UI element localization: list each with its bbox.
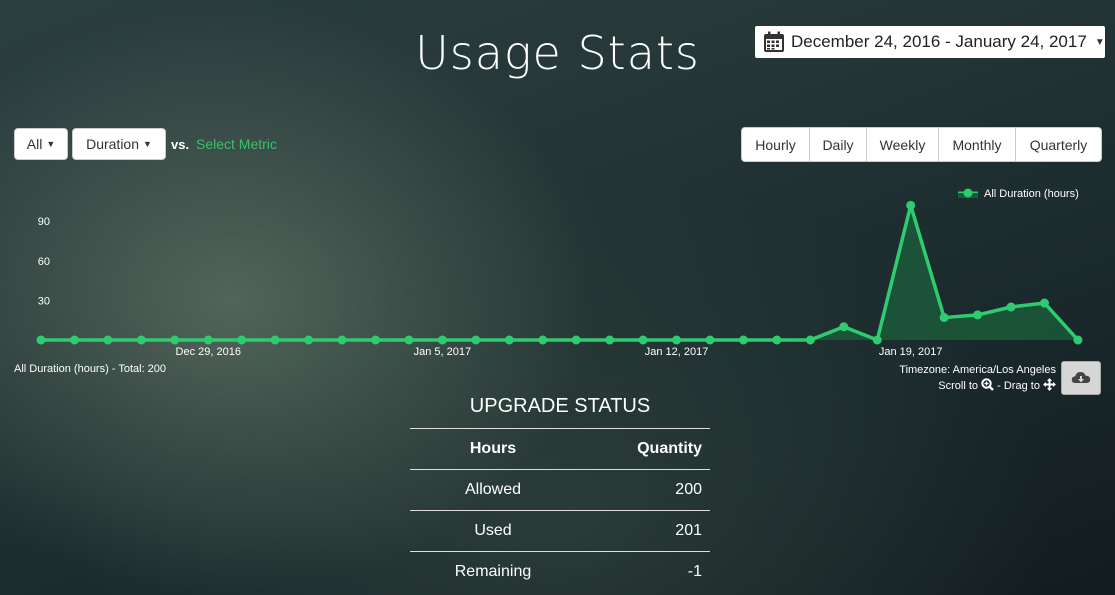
legend-label: All Duration (hours) [984,188,1079,200]
data-point [170,335,180,345]
duration-dropdown-label: Duration [86,136,139,152]
table-header-row: Hours Quantity [410,428,710,470]
usage-chart[interactable]: 30 60 90 Dec 29, 2016 Jan 5, 2017 Jan 12, 201… [0,180,1115,362]
date-range-picker[interactable]: December 24, 2016 - January 24, 2017 ▼ [755,26,1105,58]
data-point [69,335,79,345]
x-tick-label: Jan 19, 2017 [879,346,943,358]
data-point [738,335,748,345]
duration-dropdown[interactable]: Duration ▼ [72,128,166,160]
export-button[interactable] [1061,361,1101,395]
column-header-hours: Hours [410,428,576,470]
date-range-label: December 24, 2016 - January 24, 2017 [791,32,1087,51]
data-point [203,335,213,345]
calendar-icon [764,31,784,52]
data-point [605,335,615,345]
granularity-daily-button[interactable]: Daily [810,128,867,161]
data-point [805,335,815,345]
table-row: Used 201 [410,510,710,552]
data-point [471,335,481,345]
granularity-quarterly-button[interactable]: Quarterly [1016,128,1101,161]
legend-marker [963,188,973,198]
data-point [571,335,581,345]
data-point [638,335,648,345]
all-dropdown-label: All [26,136,43,152]
data-point [36,335,46,345]
y-tick-label: 90 [38,216,50,228]
chevron-down-icon: ▼ [46,139,56,149]
select-metric-link[interactable]: Select Metric [196,136,277,152]
chart-help: Timezone: America/Los Angeles Scroll to … [899,363,1056,394]
zoom-icon [981,378,994,391]
upgrade-status-title: UPGRADE STATUS [469,395,651,417]
all-dropdown[interactable]: All ▼ [14,128,68,160]
data-point [872,335,882,345]
cloud-download-icon [1071,372,1091,383]
data-point [404,335,414,345]
data-point [136,335,146,345]
data-point [538,335,548,345]
data-point [939,313,949,323]
move-icon [1043,378,1056,391]
data-point [337,335,347,345]
drag-to-text: - Drag to [997,380,1040,392]
series-area [41,205,1078,340]
data-point [906,200,916,210]
timezone-label: Timezone: America/Los Angeles [899,364,1056,376]
chart-total-summary: All Duration (hours) - Total: 200 [14,363,167,375]
granularity-toggle: Hourly Daily Weekly Monthly Quarterly [741,127,1102,162]
chevron-down-icon: ▼ [143,139,152,149]
granularity-hourly-button[interactable]: Hourly [742,128,810,161]
data-point [973,310,983,320]
data-point [304,335,314,345]
data-point [705,335,715,345]
x-tick-label: Dec 29, 2016 [176,346,241,358]
upgrade-status-table: Hours Quantity Allowed 200 Used 201 Rema… [410,428,710,592]
y-tick-label: 60 [38,256,50,268]
data-point [237,335,247,345]
vs-label: vs. [171,137,190,152]
data-point [1040,298,1049,308]
data-point [772,335,782,345]
row-label: Remaining [410,551,576,592]
data-point [371,335,380,345]
data-point [839,322,849,332]
x-tick-label: Jan 12, 2017 [645,346,709,358]
data-point [270,335,280,345]
data-point [103,335,113,345]
data-point [672,335,682,345]
row-value: 200 [576,469,710,511]
x-tick-label: Jan 5, 2017 [414,346,472,358]
data-point [504,335,514,345]
y-tick-label: 30 [38,295,50,307]
row-label: Used [410,510,576,552]
granularity-monthly-button[interactable]: Monthly [939,128,1016,161]
column-header-quantity: Quantity [576,428,710,470]
row-label: Allowed [410,469,576,511]
row-value: -1 [576,551,710,592]
data-point [437,335,447,345]
chevron-down-icon: ▼ [1094,36,1105,48]
table-row: Remaining -1 [410,551,710,592]
table-row: Allowed 200 [410,469,710,511]
scroll-to-text: Scroll to [938,380,979,392]
data-point [1006,302,1016,312]
row-value: 201 [576,510,710,552]
data-point [1073,335,1083,345]
granularity-weekly-button[interactable]: Weekly [867,128,939,161]
